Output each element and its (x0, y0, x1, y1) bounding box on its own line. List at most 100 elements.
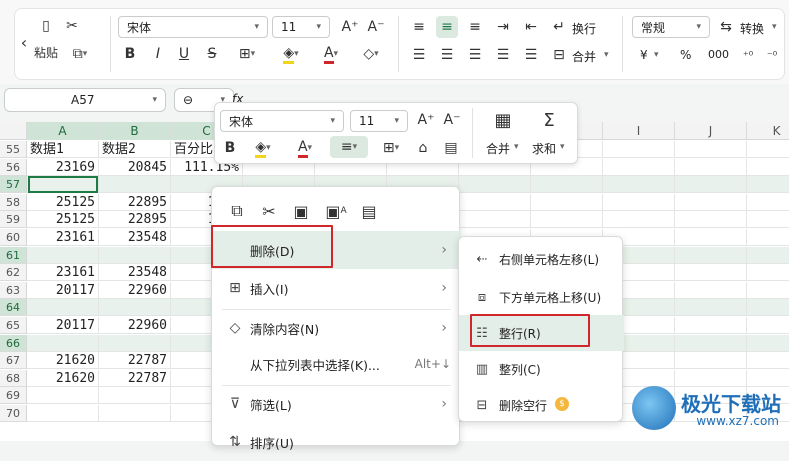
menu-item-clear-contents[interactable]: ◇ 清除内容(N) › (212, 309, 461, 347)
cell-k64[interactable] (747, 299, 789, 316)
currency-button[interactable]: ¥ (640, 48, 648, 62)
row-header[interactable]: 70 (0, 405, 27, 422)
cell-i58[interactable] (603, 194, 675, 211)
decrease-font-icon[interactable]: A⁻ (366, 17, 386, 37)
border-icon[interactable]: ⊞ ▾ (230, 44, 264, 64)
copy-icon[interactable]: ⧉ ▾ (64, 44, 96, 64)
cell-b56[interactable]: 20845 (99, 159, 171, 176)
cell-k57[interactable] (747, 176, 789, 193)
outdent-icon[interactable]: ⇤ (520, 16, 542, 38)
submenu-item-shift-up[interactable]: ⧈ 下方单元格上移(U) (459, 279, 624, 315)
copy-icon[interactable]: ⧉ (226, 199, 248, 223)
column-header-b[interactable]: B (99, 122, 171, 140)
row-header[interactable]: 56 (0, 159, 27, 176)
cell-j61[interactable] (675, 247, 747, 264)
wrap-label[interactable]: 换行 (572, 20, 596, 37)
ribbon-collapse-icon[interactable]: ‹ (16, 22, 32, 62)
select-all-corner[interactable] (0, 122, 27, 140)
menu-item-sort[interactable]: ⇅ 排序(U) (212, 423, 461, 461)
cell-j59[interactable] (675, 211, 747, 228)
mini-align-icon[interactable]: ≡ ▾ (330, 136, 368, 158)
chevron-down-icon[interactable]: ▾ (604, 50, 609, 60)
chevron-down-icon[interactable]: ▾ (772, 22, 777, 32)
cell-j63[interactable] (675, 282, 747, 299)
cell-b61[interactable] (99, 247, 171, 264)
cell-b67[interactable]: 22787 (99, 352, 171, 369)
comma-style-button[interactable]: 000 (708, 48, 729, 61)
column-header-a[interactable]: A (27, 122, 99, 140)
cut-icon[interactable]: ✂ (62, 16, 82, 36)
cell-k67[interactable] (747, 352, 789, 369)
indent-icon[interactable]: ⇥ (492, 16, 514, 38)
cell-k63[interactable] (747, 282, 789, 299)
clipboard-icon[interactable]: ▯ (36, 16, 56, 36)
merge-icon[interactable]: ⊟ (548, 44, 570, 66)
column-header-k[interactable]: K (747, 122, 789, 140)
chevron-down-icon[interactable]: ▾ (560, 142, 565, 152)
cell-b66[interactable] (99, 335, 171, 352)
row-header[interactable]: 59 (0, 211, 27, 228)
decrease-decimal-icon[interactable]: ⁻⁰ (762, 45, 782, 65)
cell-a69[interactable] (27, 387, 99, 404)
cell-a61[interactable] (27, 247, 99, 264)
increase-decimal-icon[interactable]: ⁺⁰ (738, 45, 758, 65)
cell-j64[interactable] (675, 299, 747, 316)
italic-icon[interactable]: I (148, 44, 168, 64)
cell-a58[interactable]: 25125 (27, 194, 99, 211)
mini-increase-font-icon[interactable]: A⁺ (416, 110, 436, 130)
cell-a63[interactable]: 20117 (27, 282, 99, 299)
number-format-select[interactable]: 常规 ▾ (632, 16, 710, 38)
eraser-icon[interactable]: ◇ ▾ (354, 44, 388, 64)
merge-label[interactable]: 合并 (572, 48, 596, 65)
row-header[interactable]: 58 (0, 194, 27, 211)
cell-a68[interactable]: 21620 (27, 370, 99, 387)
mini-bold-icon[interactable]: B (220, 138, 240, 158)
align-bottom-icon[interactable]: ≡ (464, 16, 486, 38)
cell-i55[interactable] (603, 141, 675, 158)
cell-j55[interactable] (675, 141, 747, 158)
chevron-down-icon[interactable]: ▾ (514, 142, 519, 152)
submenu-item-entire-column[interactable]: ▥ 整列(C) (459, 351, 624, 387)
mini-sum-label[interactable]: 求和 (532, 140, 556, 157)
cell-j58[interactable] (675, 194, 747, 211)
cell-a56[interactable]: 23169 (27, 159, 99, 176)
wrap-icon[interactable]: ↵ (548, 16, 570, 38)
cell-k65[interactable] (747, 317, 789, 334)
cell-h59[interactable] (531, 211, 603, 228)
cell-g59[interactable] (459, 211, 531, 228)
paste-text-icon[interactable]: ▣ A (322, 199, 350, 223)
submenu-item-delete-blank-rows[interactable]: ⊟ 删除空行 $ (459, 387, 624, 423)
convert-label[interactable]: 转换 (740, 20, 764, 37)
cell-j66[interactable] (675, 335, 747, 352)
row-header[interactable]: 60 (0, 229, 27, 246)
cell-i57[interactable] (603, 176, 675, 193)
menu-item-filter[interactable]: ⊽ 筛选(L) › (212, 385, 461, 423)
cell-b65[interactable]: 22960 (99, 317, 171, 334)
mini-fill-color-icon[interactable]: ◈ ▾ (246, 138, 280, 158)
paste-label[interactable]: 粘贴 (34, 44, 58, 61)
align-middle-icon[interactable]: ≡ (436, 16, 458, 38)
column-header-j[interactable]: J (675, 122, 747, 140)
cell-b57[interactable] (99, 176, 171, 193)
cell-k68[interactable] (747, 370, 789, 387)
name-box[interactable]: A57 ▾ (4, 88, 166, 112)
row-header[interactable]: 61 (0, 247, 27, 264)
mini-decrease-font-icon[interactable]: A⁻ (442, 110, 462, 130)
align-left-icon[interactable]: ☰ (408, 44, 430, 66)
cell-a60[interactable]: 23161 (27, 229, 99, 246)
mini-font-color-icon[interactable]: A ▾ (288, 138, 322, 158)
mini-border-icon[interactable]: ⊞ ▾ (374, 138, 408, 158)
cell-j57[interactable] (675, 176, 747, 193)
cell-a62[interactable]: 23161 (27, 264, 99, 281)
cell-g58[interactable] (459, 194, 531, 211)
row-header[interactable]: 65 (0, 317, 27, 334)
cell-b62[interactable]: 23548 (99, 264, 171, 281)
cell-a59[interactable]: 25125 (27, 211, 99, 228)
cell-k58[interactable] (747, 194, 789, 211)
cell-j67[interactable] (675, 352, 747, 369)
row-header[interactable]: 67 (0, 352, 27, 369)
cell-j68[interactable] (675, 370, 747, 387)
paste-special-icon[interactable]: ▤ (358, 199, 380, 223)
cell-b64[interactable] (99, 299, 171, 316)
chevron-down-icon[interactable]: ▾ (654, 50, 659, 60)
